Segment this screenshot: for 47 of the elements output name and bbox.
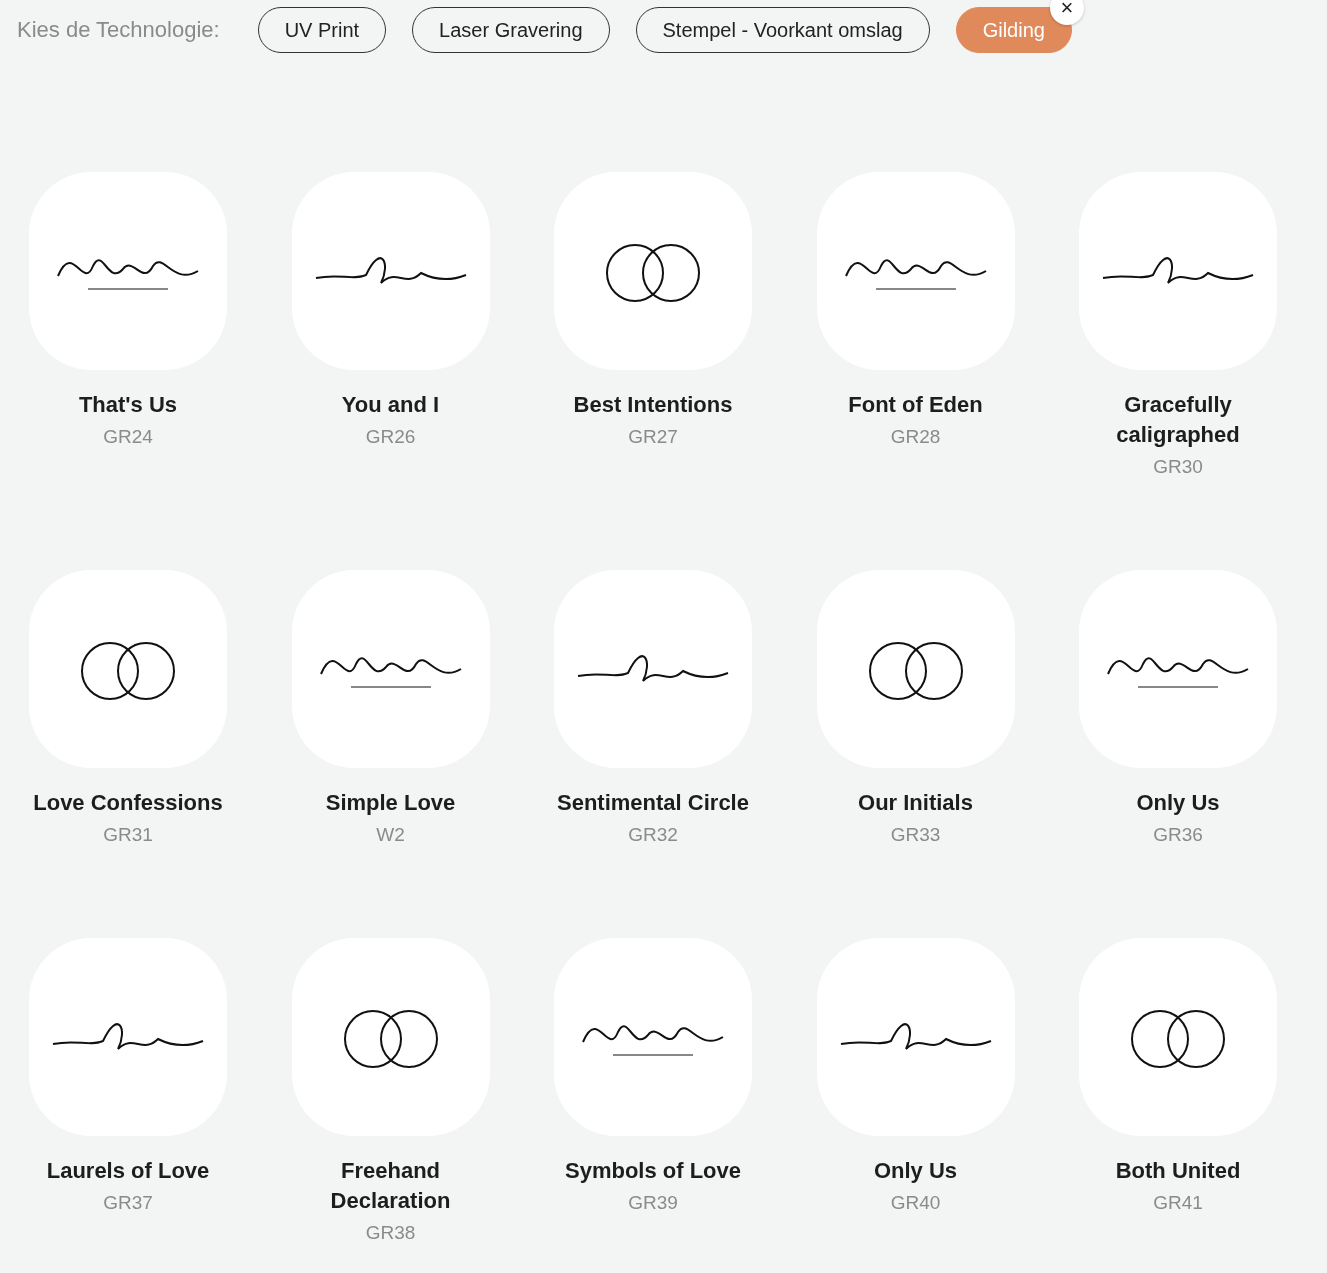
design-preview[interactable] bbox=[291, 172, 490, 370]
design-code: GR24 bbox=[103, 426, 153, 448]
design-preview[interactable] bbox=[291, 570, 490, 768]
design-code: W2 bbox=[376, 824, 405, 846]
design-code: GR26 bbox=[365, 426, 416, 448]
design-code: GR36 bbox=[1153, 824, 1203, 846]
design-title: Freehand Declaration bbox=[329, 1157, 452, 1215]
design-preview[interactable] bbox=[291, 938, 490, 1136]
design-preview[interactable] bbox=[1079, 938, 1277, 1136]
design-code: GR32 bbox=[628, 824, 678, 846]
design-title: Only Us bbox=[873, 1157, 958, 1185]
design-preview[interactable] bbox=[816, 938, 1015, 1136]
design-title: Laurels of Love bbox=[46, 1157, 210, 1185]
design-title: That's Us bbox=[78, 391, 178, 419]
design-code: GR38 bbox=[365, 1222, 416, 1244]
design-preview[interactable] bbox=[554, 570, 752, 768]
design-title: Only Us bbox=[1136, 789, 1220, 817]
close-button[interactable]: × bbox=[1049, 0, 1084, 25]
design-title: Our Initials bbox=[858, 789, 973, 817]
design-title: You and I bbox=[341, 391, 440, 419]
design-preview[interactable] bbox=[554, 938, 752, 1136]
design-preview[interactable] bbox=[1079, 172, 1277, 370]
design-preview[interactable] bbox=[29, 172, 227, 370]
design-code: GR41 bbox=[1153, 1192, 1203, 1214]
design-title: Love Confessions bbox=[33, 789, 223, 817]
design-title: Font of Eden bbox=[848, 391, 983, 419]
design-preview[interactable] bbox=[816, 570, 1015, 768]
design-title: Sentimental Circle bbox=[557, 789, 749, 817]
design-title: Both United bbox=[1115, 1157, 1241, 1185]
design-code: GR40 bbox=[890, 1192, 941, 1214]
design-title: Gracefully caligraphed bbox=[1115, 391, 1241, 449]
design-code: GR30 bbox=[1153, 456, 1203, 478]
design-preview[interactable] bbox=[29, 570, 227, 768]
design-preview[interactable] bbox=[29, 938, 227, 1136]
design-code: GR28 bbox=[890, 426, 941, 448]
design-title: Symbols of Love bbox=[564, 1157, 741, 1185]
design-code: GR39 bbox=[628, 1192, 678, 1214]
design-code: GR37 bbox=[103, 1192, 153, 1214]
filter-label: Kies de Technologie: bbox=[17, 17, 220, 43]
design-code: GR27 bbox=[628, 426, 678, 448]
design-preview[interactable] bbox=[554, 172, 752, 370]
design-title: Best Intentions bbox=[573, 391, 733, 419]
design-code: GR31 bbox=[103, 824, 153, 846]
design-code: GR33 bbox=[890, 824, 941, 846]
design-title: Simple Love bbox=[325, 789, 456, 817]
design-preview[interactable] bbox=[816, 172, 1015, 370]
design-preview[interactable] bbox=[1079, 570, 1277, 768]
